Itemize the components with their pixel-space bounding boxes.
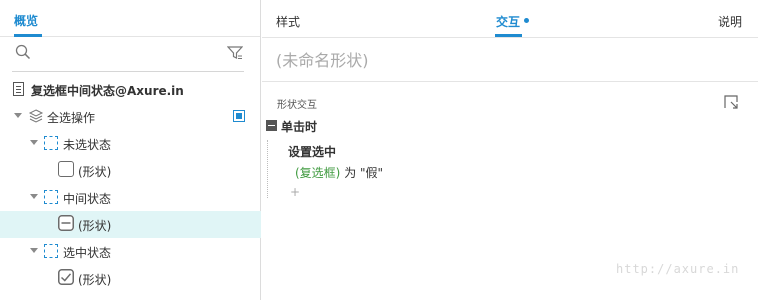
tree-item-state[interactable]: 中间状态 [0,184,261,211]
tree-item-shape[interactable]: (形状) [0,265,261,292]
shape-name-row [262,38,758,82]
search-icon [15,44,31,60]
checkbox-indeterminate-icon [58,215,74,231]
checkbox-checked-icon [58,269,74,285]
caret-down-icon[interactable] [30,248,38,253]
state-icon [44,190,58,204]
filter-icon[interactable] [227,45,243,61]
state-name: 选中状态 [63,246,112,260]
action-connector: 为 [340,166,361,180]
action-target[interactable]: (复选框) [295,166,340,180]
action-value: "假" [360,166,384,180]
page-icon [13,82,24,96]
tab-notes[interactable]: 说明 [718,13,742,30]
shape-name: (形状) [78,165,112,179]
action-name[interactable]: 设置选中 [288,143,336,160]
search-input[interactable] [38,44,218,62]
page-name: 复选框中间状态@Axure.in [31,84,184,98]
tree-guide-line [267,140,268,198]
active-tab-indicator [495,34,522,37]
active-tab-indicator [14,34,42,37]
outline-header: 概览 [0,0,260,37]
state-name: 中间状态 [63,192,112,206]
tree-item-page[interactable]: 复选框中间状态@Axure.in [0,76,261,103]
shape-name: (形状) [78,219,112,233]
event-onclick[interactable]: 单击时 [266,118,566,136]
caret-down-icon[interactable] [30,140,38,145]
inspector-tabs: 样式 交互 说明 [262,0,758,38]
collapse-icon[interactable] [266,120,277,131]
outline-tree: 复选框中间状态@Axure.in 全选操作 未选状态 (形状) 中间状态 (形状… [0,76,261,292]
layers-icon [28,109,44,123]
dynamic-panel-marker-icon[interactable] [233,110,245,122]
action-detail[interactable]: (复选框) 为 "假" [295,164,383,181]
tree-item-shape[interactable]: (形状) [0,157,261,184]
tree-item-shape-selected[interactable]: (形状) [0,211,261,238]
tab-style[interactable]: 样式 [276,13,300,30]
tree-item-state[interactable]: 未选状态 [0,130,261,157]
search-row [0,38,261,72]
state-name: 未选状态 [63,138,112,152]
watermark: http://axure.in [616,262,740,276]
interaction-indicator-dot [524,18,529,23]
tab-outline[interactable]: 概览 [14,12,38,29]
shape-name-input[interactable] [276,49,736,71]
event-label: 单击时 [281,120,318,134]
checkbox-unchecked-icon [58,161,74,177]
section-title: 形状交互 [277,100,317,111]
tree-item-group[interactable]: 全选操作 [0,103,261,130]
group-name: 全选操作 [47,111,96,125]
state-icon [44,136,58,150]
state-icon [44,244,58,258]
expand-window-icon[interactable] [723,94,739,110]
outline-panel: 概览 复选框中间状态@Axure.in 全选操作 未选状态 (形状) 中间状态 … [0,0,261,300]
tree-item-state[interactable]: 选中状态 [0,238,261,265]
caret-down-icon[interactable] [14,113,22,118]
caret-down-icon[interactable] [30,194,38,199]
shape-name: (形状) [78,273,112,287]
search-underline [12,71,244,72]
inspector-panel: 样式 交互 说明 形状交互 单击时 [262,0,758,300]
tab-interaction[interactable]: 交互 [496,13,520,30]
add-action-icon[interactable]: + [290,185,300,199]
